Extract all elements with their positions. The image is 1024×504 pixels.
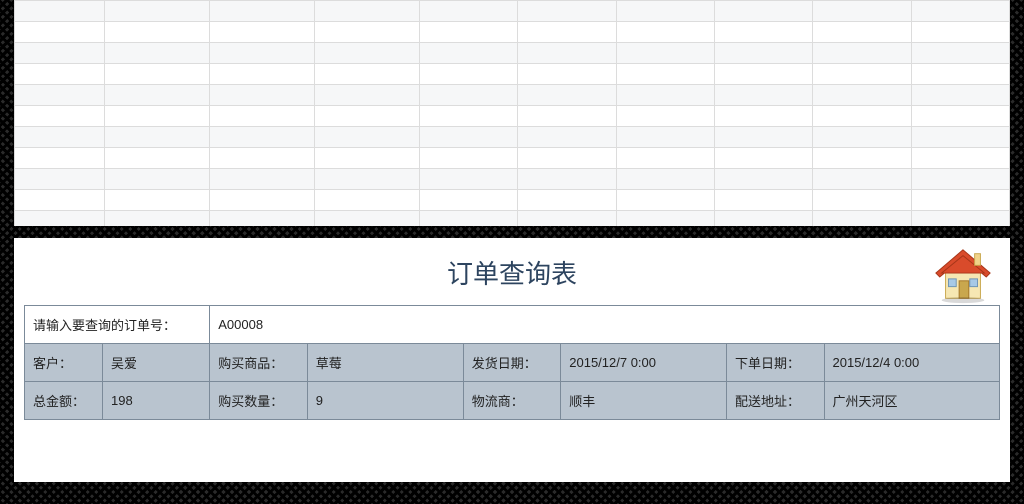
search-value[interactable]: A00008 [210,306,1000,344]
total-value: 198 [103,382,210,420]
product-label: 购买商品： [210,344,308,382]
form-title: 订单查询表 [24,244,1000,305]
address-value: 广州天河区 [824,382,1000,420]
order-form-panel: 订单查询表 请输入要查询的订单号： A00008 客户： [14,238,1010,482]
search-label: 请输入要查询的订单号： [25,306,210,344]
ship-date-label: 发货日期： [463,344,561,382]
page-canvas: 订单查询表 请输入要查询的订单号： A00008 客户： [0,0,1024,504]
empty-grid [14,0,1010,226]
order-details: 客户： 吴爱 购买商品： 草莓 发货日期： 2015/12/7 0:00 下单日… [24,343,1000,420]
customer-label: 客户： [25,344,103,382]
customer-value: 吴爱 [103,344,210,382]
product-value: 草莓 [307,344,463,382]
total-label: 总金额： [25,382,103,420]
spreadsheet-panel [14,0,1010,226]
home-icon[interactable] [932,244,994,306]
ship-date-value: 2015/12/7 0:00 [561,344,727,382]
logistics-value: 顺丰 [561,382,727,420]
address-label: 配送地址： [727,382,825,420]
qty-label: 购买数量： [210,382,308,420]
logistics-label: 物流商： [463,382,561,420]
order-date-label: 下单日期： [727,344,825,382]
order-form: 请输入要查询的订单号： A00008 [24,305,1000,344]
qty-value: 9 [307,382,463,420]
order-date-value: 2015/12/4 0:00 [824,344,1000,382]
